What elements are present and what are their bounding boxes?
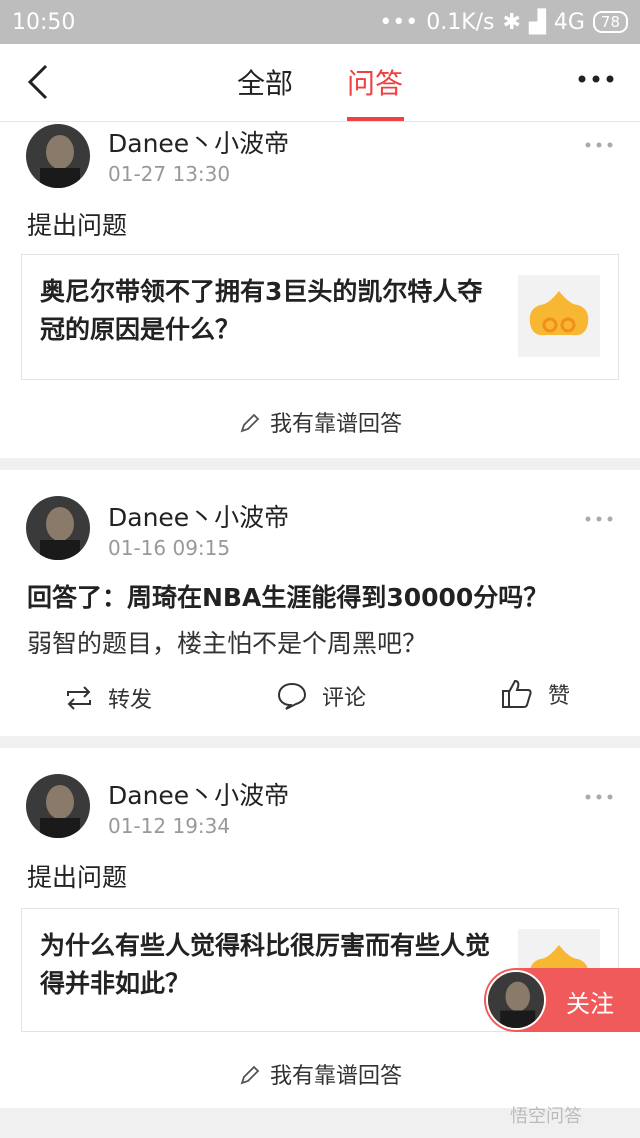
thumbs-up-icon xyxy=(502,679,532,708)
card-more-icon[interactable] xyxy=(584,514,614,524)
comment-button[interactable]: 评论 xyxy=(276,680,366,712)
separator xyxy=(0,458,640,470)
answer-button[interactable]: 我有靠谱回答 xyxy=(0,406,640,438)
action-text: 提出问题 xyxy=(27,863,128,892)
like-label: 赞 xyxy=(548,684,571,709)
answer-button-label: 我有靠谱回答 xyxy=(269,412,402,437)
comment-label: 评论 xyxy=(322,686,367,711)
follow-button[interactable]: 关注 xyxy=(484,968,640,1032)
watermark: 悟空问答 xyxy=(510,1106,582,1127)
tab-all[interactable]: 全部 xyxy=(237,62,293,102)
separator xyxy=(0,736,640,748)
comment-icon xyxy=(277,682,307,710)
card-more-icon[interactable] xyxy=(584,792,614,802)
dots-icon: ••• xyxy=(379,9,419,35)
username[interactable]: Danee丶小波帝 xyxy=(108,124,289,160)
card-more-icon[interactable] xyxy=(584,140,614,150)
pencil-icon xyxy=(240,1065,260,1085)
feed-card: Danee丶小波帝 01-16 09:15 回答了：周琦在NBA生涯能得到300… xyxy=(0,470,640,736)
forward-label: 转发 xyxy=(108,688,153,713)
follow-label: 关注 xyxy=(566,990,614,1018)
forward-button[interactable]: 转发 xyxy=(64,682,152,714)
nav-bar: 全部 问答 xyxy=(0,44,640,122)
feed-card: Danee丶小波帝 01-12 19:34 提出问题 为什么有些人觉得科比很厉害… xyxy=(0,748,640,1108)
battery-icon: 78 xyxy=(592,11,628,33)
more-icon[interactable] xyxy=(576,64,616,94)
status-icons: ••• 0.1K/s ✱ ▟ 4G 78 xyxy=(379,10,628,35)
tab-qa[interactable]: 问答 xyxy=(347,62,403,102)
post-time: 01-16 09:15 xyxy=(108,536,231,560)
question-thumbnail xyxy=(518,275,600,357)
network-speed: 0.1K/s xyxy=(426,9,495,35)
back-arrow-icon[interactable] xyxy=(22,62,62,102)
question-title[interactable]: 为什么有些人觉得科比很厉害而有些人觉得并非如此？ xyxy=(40,927,500,1003)
network-type: 4G xyxy=(553,9,585,35)
question-title[interactable]: 奥尼尔带领不了拥有3巨头的凯尔特人夺冠的原因是什么？ xyxy=(40,273,500,349)
forward-icon xyxy=(67,686,91,710)
post-time: 01-12 19:34 xyxy=(108,814,231,838)
status-time: 10:50 xyxy=(12,9,76,35)
username[interactable]: Danee丶小波帝 xyxy=(108,498,289,534)
follow-avatar xyxy=(486,970,546,1030)
avatar[interactable] xyxy=(26,774,90,838)
feed-card: Danee丶小波帝 01-27 13:30 提出问题 奥尼尔带领不了拥有3巨头的… xyxy=(0,122,640,458)
signal-icon: ▟ xyxy=(528,9,546,35)
username[interactable]: Danee丶小波帝 xyxy=(108,776,289,812)
answer-body[interactable]: 弱智的题目，楼主怕不是个周黑吧？ xyxy=(27,624,427,660)
answer-button-label: 我有靠谱回答 xyxy=(269,1064,402,1089)
cloud-logo-icon xyxy=(529,291,589,336)
status-bar: 10:50 ••• 0.1K/s ✱ ▟ 4G 78 xyxy=(0,0,640,44)
tab-active-indicator xyxy=(347,117,404,121)
answer-title[interactable]: 回答了：周琦在NBA生涯能得到30000分吗？ xyxy=(27,578,548,614)
avatar[interactable] xyxy=(26,124,90,188)
question-box[interactable]: 奥尼尔带领不了拥有3巨头的凯尔特人夺冠的原因是什么？ xyxy=(21,254,619,380)
avatar[interactable] xyxy=(26,496,90,560)
like-button[interactable]: 赞 xyxy=(500,678,570,710)
bluetooth-icon: ✱ xyxy=(502,9,521,35)
post-time: 01-27 13:30 xyxy=(108,162,231,186)
pencil-icon xyxy=(240,413,260,433)
action-text: 提出问题 xyxy=(27,211,128,240)
answer-button[interactable]: 我有靠谱回答 xyxy=(0,1058,640,1090)
